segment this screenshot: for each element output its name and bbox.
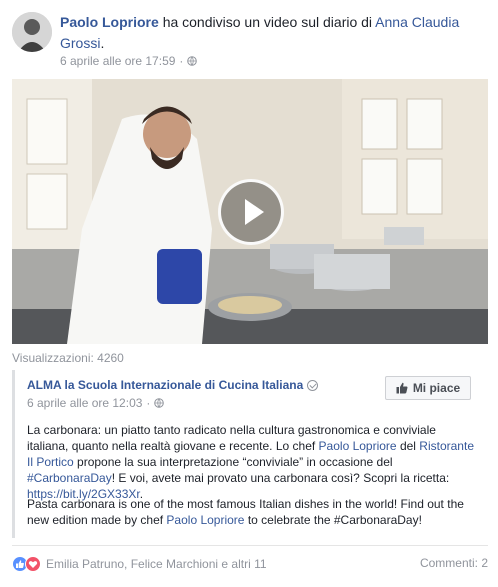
shared-timestamp[interactable]: 6 aprile alle ore 12:03 xyxy=(27,396,142,410)
page-like-button[interactable]: Mi piace xyxy=(385,376,471,400)
target-suffix: . xyxy=(100,35,105,51)
reactions-names[interactable]: Emilia Patruno, Felice Marchioni e altri… xyxy=(46,557,267,571)
reactions-summary[interactable]: Emilia Patruno, Felice Marchioni e altri… xyxy=(12,556,267,572)
post-timestamp[interactable]: 6 aprile alle ore 17:59 xyxy=(60,54,175,68)
love-reaction-icon xyxy=(25,556,41,572)
post-headline: Paolo Lopriore ha condiviso un video sul… xyxy=(60,12,480,54)
like-button-label: Mi piace xyxy=(412,381,461,395)
post-footer: Emilia Patruno, Felice Marchioni e altri… xyxy=(12,556,488,576)
author-name-link[interactable]: Paolo Lopriore xyxy=(60,14,159,30)
footer-divider xyxy=(12,545,488,546)
post-meta: 6 aprile alle ore 17:59 · xyxy=(60,54,198,68)
shared-description-italian: La carbonara: un piatto tanto radicato n… xyxy=(27,422,479,502)
shared-meta: 6 aprile alle ore 12:03 · xyxy=(27,396,165,410)
comments-count[interactable]: Commenti: 2 xyxy=(420,556,488,570)
desc-text: del xyxy=(396,439,420,453)
video-player[interactable] xyxy=(12,79,488,344)
meta-separator: · xyxy=(179,54,184,68)
video-views: Visualizzazioni: 4260 xyxy=(12,351,124,365)
author-avatar[interactable] xyxy=(12,12,52,52)
desc-text: ! E voi, avete mai provato una carbonara… xyxy=(111,471,450,485)
shared-page-name-link[interactable]: ALMA la Scuola Internazionale di Cucina … xyxy=(27,378,319,392)
play-icon xyxy=(245,199,264,225)
globe-icon[interactable] xyxy=(187,56,198,66)
thumbs-up-icon xyxy=(396,382,408,394)
play-button[interactable] xyxy=(218,179,284,245)
shared-description-english: Pasta carbonara is one of the most famou… xyxy=(27,496,479,528)
chef-link[interactable]: Paolo Lopriore xyxy=(166,513,244,527)
desc-text: propone la sua interpretazione “convivia… xyxy=(73,455,393,469)
post-header: Paolo Lopriore ha condiviso un video sul… xyxy=(12,12,488,72)
post-action-text: ha condiviso un video sul diario di xyxy=(162,14,373,30)
globe-icon[interactable] xyxy=(154,398,165,408)
chef-link[interactable]: Paolo Lopriore xyxy=(319,439,397,453)
page-name-text: ALMA la Scuola Internazionale di Cucina … xyxy=(27,378,304,392)
desc-text: to celebrate the #CarbonaraDay! xyxy=(244,513,422,527)
shared-post: ALMA la Scuola Internazionale di Cucina … xyxy=(12,370,488,538)
hashtag-link[interactable]: #CarbonaraDay xyxy=(27,471,112,485)
verified-icon xyxy=(307,379,319,391)
shared-meta-separator: · xyxy=(146,396,151,410)
